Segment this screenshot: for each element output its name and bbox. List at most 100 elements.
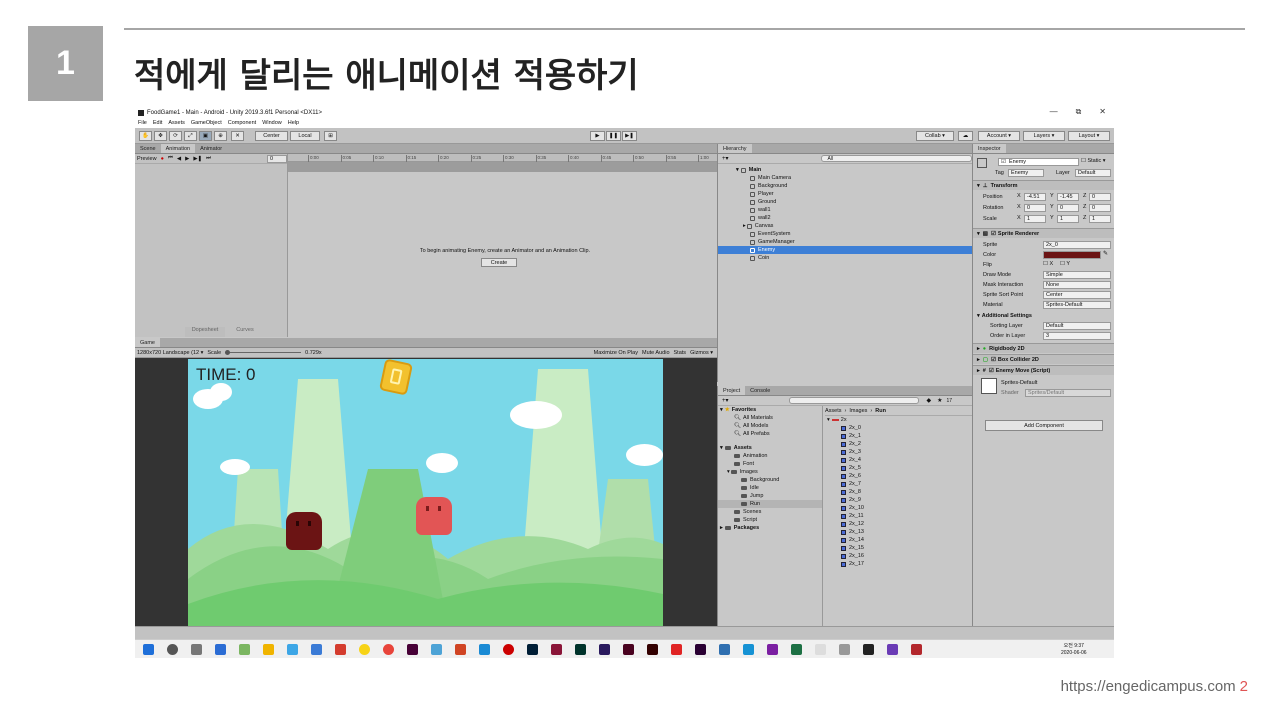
app-icon[interactable] — [743, 644, 754, 655]
audition-icon[interactable] — [575, 644, 586, 655]
flip-y-toggle[interactable]: ☐ Y — [1060, 261, 1070, 267]
play-button[interactable]: ▶ — [590, 131, 605, 141]
close-button[interactable]: ✕ — [1099, 107, 1106, 117]
clock[interactable]: 오전 9:37 2020-06-06 — [1061, 643, 1087, 657]
mask-interaction-dropdown[interactable]: None — [1043, 281, 1111, 289]
app-icon[interactable] — [719, 644, 730, 655]
folder-item[interactable]: Script — [718, 516, 822, 524]
folder-item[interactable]: Scenes — [718, 508, 822, 516]
tab-game[interactable]: Game — [135, 338, 160, 347]
sprite-item[interactable]: 2x_5 — [825, 464, 973, 472]
hierarchy-item[interactable]: ▸ Canvas — [718, 222, 972, 230]
tab-animator[interactable]: Animator — [195, 144, 227, 153]
rigidbody-header[interactable]: ▸ ● Rigidbody 2D — [973, 343, 1114, 353]
sprite-item[interactable]: 2x_12 — [825, 520, 973, 528]
rect-tool-icon[interactable]: ▣ — [199, 131, 212, 141]
gizmos-dropdown[interactable]: Gizmos ▾ — [690, 350, 713, 356]
pause-button[interactable]: ❚❚ — [606, 131, 621, 141]
rotation-x[interactable]: 0 — [1024, 204, 1046, 212]
cloud-icon[interactable]: ☁ — [958, 131, 973, 141]
xd-icon[interactable] — [407, 644, 418, 655]
favorite-star-icon[interactable]: ★ — [937, 397, 942, 404]
app-icon[interactable] — [815, 644, 826, 655]
hierarchy-item[interactable]: wall1 — [718, 206, 972, 214]
sprite-sheet-item[interactable]: ▾ 2x — [825, 416, 973, 424]
sprite-item[interactable]: 2x_11 — [825, 512, 973, 520]
menu-file[interactable]: File — [138, 120, 147, 126]
preview-toggle[interactable]: Preview — [137, 156, 157, 162]
rotation-y[interactable]: 0 — [1057, 204, 1079, 212]
visual-studio-icon[interactable] — [887, 644, 898, 655]
transform-header[interactable]: ▾ ⊥ Transform — [973, 180, 1114, 190]
timeline-ruler[interactable]: 0:00 0:05 0:10 0:15 0:20 0:25 0:30 0:35 0:40 0:45… — [288, 154, 717, 162]
minimize-button[interactable]: — — [1050, 107, 1058, 117]
sprite-item[interactable]: 2x_17 — [825, 560, 973, 568]
project-search[interactable] — [788, 397, 919, 404]
favorite-item[interactable]: 🔍︎ All Models — [718, 422, 822, 430]
unity-icon[interactable] — [863, 644, 874, 655]
menu-window[interactable]: Window — [262, 120, 282, 126]
order-in-layer-field[interactable]: 3 — [1043, 332, 1111, 340]
favorites-header[interactable]: ▾ ★ Favorites — [718, 406, 822, 414]
after-effects-icon[interactable] — [599, 644, 610, 655]
sprite-item[interactable]: 2x_8 — [825, 488, 973, 496]
folder-item[interactable]: Font — [718, 460, 822, 468]
frame-field[interactable]: 0 — [267, 154, 287, 163]
play-anim-icon[interactable]: ▶ — [185, 156, 189, 162]
search-icon[interactable] — [167, 644, 178, 655]
layer-dropdown[interactable]: Default — [1075, 169, 1111, 177]
step-button[interactable]: ▶❚ — [622, 131, 637, 141]
hierarchy-item[interactable]: wall2 — [718, 214, 972, 222]
hierarchy-item[interactable]: Ground — [718, 198, 972, 206]
tab-hierarchy[interactable]: Hierarchy — [718, 144, 752, 153]
dopesheet-tab[interactable]: Dopesheet — [185, 327, 225, 337]
eyedropper-icon[interactable]: ✎ — [1103, 250, 1108, 257]
scale-tool-icon[interactable]: ⤢ — [184, 131, 197, 141]
hierarchy-item[interactable]: GameManager — [718, 238, 972, 246]
breadcrumb-images[interactable]: Images — [849, 408, 867, 414]
app-icon[interactable] — [335, 644, 346, 655]
footer-url[interactable]: https://engedicampus.com — [1061, 678, 1236, 695]
draw-mode-dropdown[interactable]: Simple — [1043, 271, 1111, 279]
create-plus-icon[interactable]: +▾ — [722, 397, 729, 404]
rotate-tool-icon[interactable]: ⟳ — [169, 131, 182, 141]
enemy-move-header[interactable]: ▸ # ☑ Enemy Move (Script) — [973, 365, 1114, 375]
kakaotalk-icon[interactable] — [359, 644, 370, 655]
sprite-item[interactable]: 2x_10 — [825, 504, 973, 512]
sprite-renderer-header[interactable]: ▾ ▧ ☑ Sprite Renderer — [973, 228, 1114, 238]
shader-dropdown[interactable]: Sprites/Default — [1025, 389, 1111, 397]
tab-animation[interactable]: Animation — [160, 144, 196, 153]
sprite-item[interactable]: 2x_15 — [825, 544, 973, 552]
start-icon[interactable] — [143, 644, 154, 655]
snap-icon[interactable]: ⊞ — [324, 131, 337, 141]
sprite-item[interactable]: 2x_1 — [825, 432, 973, 440]
position-z[interactable]: 0 — [1089, 193, 1111, 201]
additional-settings-foldout[interactable]: ▾ Additional Settings — [973, 311, 1111, 320]
illustrator-icon[interactable] — [647, 644, 658, 655]
scale-x[interactable]: 1 — [1024, 215, 1046, 223]
mail-icon[interactable] — [215, 644, 226, 655]
scale-slider[interactable] — [225, 350, 302, 355]
mute-audio-toggle[interactable]: Mute Audio — [642, 350, 670, 356]
animate-icon[interactable] — [551, 644, 562, 655]
tab-project[interactable]: Project — [718, 386, 746, 395]
menu-edit[interactable]: Edit — [153, 120, 162, 126]
vscode-icon[interactable] — [479, 644, 490, 655]
app-icon[interactable] — [671, 644, 682, 655]
record-icon[interactable]: ● — [161, 156, 164, 162]
folder-item[interactable]: Animation — [718, 452, 822, 460]
hierarchy-search[interactable]: All — [820, 155, 972, 162]
notes-icon[interactable] — [311, 644, 322, 655]
sprite-item[interactable]: 2x_0 — [825, 424, 973, 432]
create-clip-button[interactable]: Create — [481, 258, 517, 267]
hierarchy-item-selected[interactable]: Enemy — [718, 246, 972, 254]
add-component-button[interactable]: Add Component — [985, 420, 1103, 431]
transform-tool-icon[interactable]: ⊕ — [214, 131, 227, 141]
folder-item-selected[interactable]: Run — [718, 500, 822, 508]
indesign-icon[interactable] — [623, 644, 634, 655]
stats-toggle[interactable]: Stats — [674, 350, 687, 356]
sprite-item[interactable]: 2x_6 — [825, 472, 973, 480]
sprite-item[interactable]: 2x_7 — [825, 480, 973, 488]
tab-scene[interactable]: Scene — [135, 144, 161, 153]
flip-x-toggle[interactable]: ☐ X — [1043, 261, 1053, 267]
